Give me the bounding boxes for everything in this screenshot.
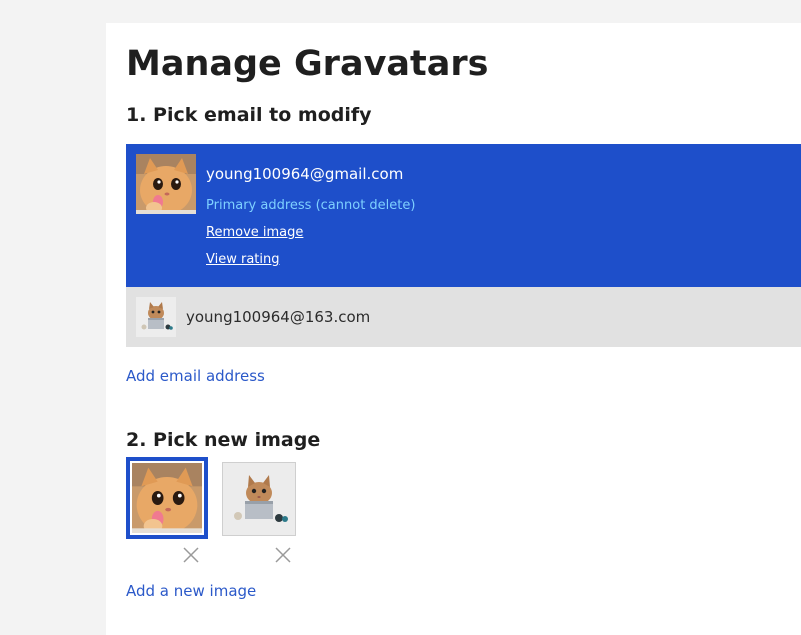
view-rating-link[interactable]: View rating — [206, 251, 280, 268]
image-option[interactable] — [222, 462, 296, 536]
close-icon[interactable] — [274, 546, 292, 564]
remove-image-link[interactable]: Remove image — [206, 224, 303, 241]
primary-address-note: Primary address (cannot delete) — [206, 198, 416, 213]
step1-heading: 1. Pick email to modify — [126, 104, 372, 126]
orange-cat-licking-icon — [132, 463, 202, 533]
image-option-selected[interactable] — [126, 457, 208, 539]
close-icon[interactable] — [182, 546, 200, 564]
email-address: young100964@163.com — [186, 308, 371, 326]
email-address: young100964@gmail.com — [206, 165, 404, 183]
cat-in-box-icon — [136, 297, 176, 337]
email-row-selected[interactable]: young100964@gmail.com Primary address (c… — [126, 144, 801, 287]
step2-heading: 2. Pick new image — [126, 429, 321, 451]
email-row[interactable]: young100964@163.com — [126, 287, 801, 347]
cat-in-box-icon — [223, 463, 295, 535]
orange-cat-licking-icon — [136, 154, 196, 214]
add-email-link[interactable]: Add email address — [126, 366, 265, 386]
manage-gravatars-panel: Manage Gravatars 1. Pick email to modify… — [106, 23, 801, 635]
page-title: Manage Gravatars — [126, 44, 489, 84]
add-image-link[interactable]: Add a new image — [126, 581, 256, 601]
